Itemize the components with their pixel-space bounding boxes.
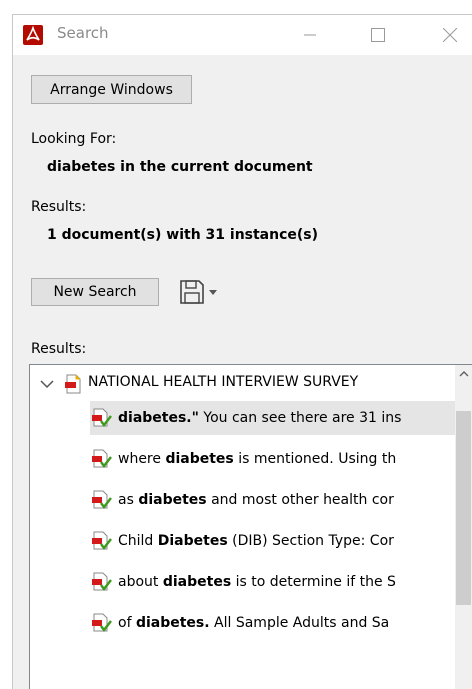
search-result-icon (92, 531, 112, 550)
acrobat-icon (23, 25, 43, 45)
result-snippet: of diabetes. All Sample Adults and Sa (118, 615, 389, 631)
result-snippet: where diabetes is mentioned. Using th (118, 451, 396, 467)
arrange-windows-button[interactable]: Arrange Windows (31, 75, 192, 104)
snippet-after: (DIB) Section Type: Cor (227, 533, 394, 549)
result-item[interactable]: of diabetes. All Sample Adults and Sa (90, 606, 456, 640)
result-item[interactable]: where diabetes is mentioned. Using th (90, 442, 456, 476)
minimize-button[interactable] (287, 15, 333, 55)
document-title: NATIONAL HEALTH INTERVIEW SURVEY (88, 374, 359, 390)
window-title: Search (57, 24, 109, 42)
close-button[interactable] (427, 15, 472, 55)
snippet-after: You can see there are 31 ins (198, 410, 402, 426)
close-icon (443, 28, 457, 42)
snippet-match: Diabetes (157, 533, 228, 549)
summary-label: Results: (31, 199, 87, 215)
snippet-match: diabetes. (135, 615, 210, 631)
scroll-thumb[interactable] (456, 411, 471, 605)
save-icon (180, 280, 217, 304)
chevron-down-icon[interactable] (40, 379, 54, 389)
snippet-match: diabetes." (118, 410, 199, 426)
background-strip (0, 0, 472, 14)
snippet-before: where (118, 451, 166, 467)
looking-for-value: diabetes in the current document (47, 159, 313, 175)
minimize-icon (304, 34, 316, 36)
pdf-document-icon (65, 374, 81, 394)
vertical-scrollbar[interactable] (455, 365, 472, 689)
maximize-icon (371, 28, 385, 42)
snippet-before: Child (118, 533, 158, 549)
snippet-before: of (118, 615, 136, 631)
tree-document-node[interactable]: NATIONAL HEALTH INTERVIEW SURVEY (30, 371, 440, 397)
results-label: Results: (31, 341, 87, 357)
snippet-before: about (118, 574, 163, 590)
scroll-up-button[interactable] (455, 365, 472, 382)
results-tree[interactable]: NATIONAL HEALTH INTERVIEW SURVEY diabete… (29, 364, 472, 689)
snippet-after: and most other health cor (206, 492, 394, 508)
search-result-icon (92, 449, 112, 468)
search-result-icon (92, 490, 112, 509)
result-item[interactable]: as diabetes and most other health cor (90, 483, 456, 517)
title-bar[interactable]: Search (13, 15, 472, 55)
result-item[interactable]: about diabetes is to determine if the S (90, 565, 456, 599)
looking-for-label: Looking For: (31, 131, 117, 147)
summary-value: 1 document(s) with 31 instance(s) (47, 227, 319, 243)
maximize-button[interactable] (355, 15, 401, 55)
result-snippet: as diabetes and most other health cor (118, 492, 394, 508)
snippet-after: All Sample Adults and Sa (209, 615, 390, 631)
snippet-after: is mentioned. Using th (233, 451, 397, 467)
search-result-icon (92, 572, 112, 591)
result-item[interactable]: diabetes." You can see there are 31 ins (90, 401, 456, 435)
search-result-icon (92, 408, 112, 427)
chevron-up-icon (459, 371, 468, 377)
save-dropdown-button[interactable] (179, 279, 233, 305)
result-snippet: about diabetes is to determine if the S (118, 574, 396, 590)
result-snippet: diabetes." You can see there are 31 ins (118, 410, 401, 426)
new-search-button[interactable]: New Search (31, 278, 159, 306)
snippet-match: diabetes (162, 574, 232, 590)
search-window: Search Arrange Windows Looking For: diab… (12, 14, 472, 689)
snippet-after: is to determine if the S (231, 574, 396, 590)
snippet-match: diabetes (138, 492, 207, 508)
snippet-match: diabetes (165, 451, 234, 467)
result-snippet: Child Diabetes (DIB) Section Type: Cor (118, 533, 394, 549)
search-result-icon (92, 613, 112, 632)
result-item[interactable]: Child Diabetes (DIB) Section Type: Cor (90, 524, 456, 558)
snippet-before: as (118, 492, 139, 508)
